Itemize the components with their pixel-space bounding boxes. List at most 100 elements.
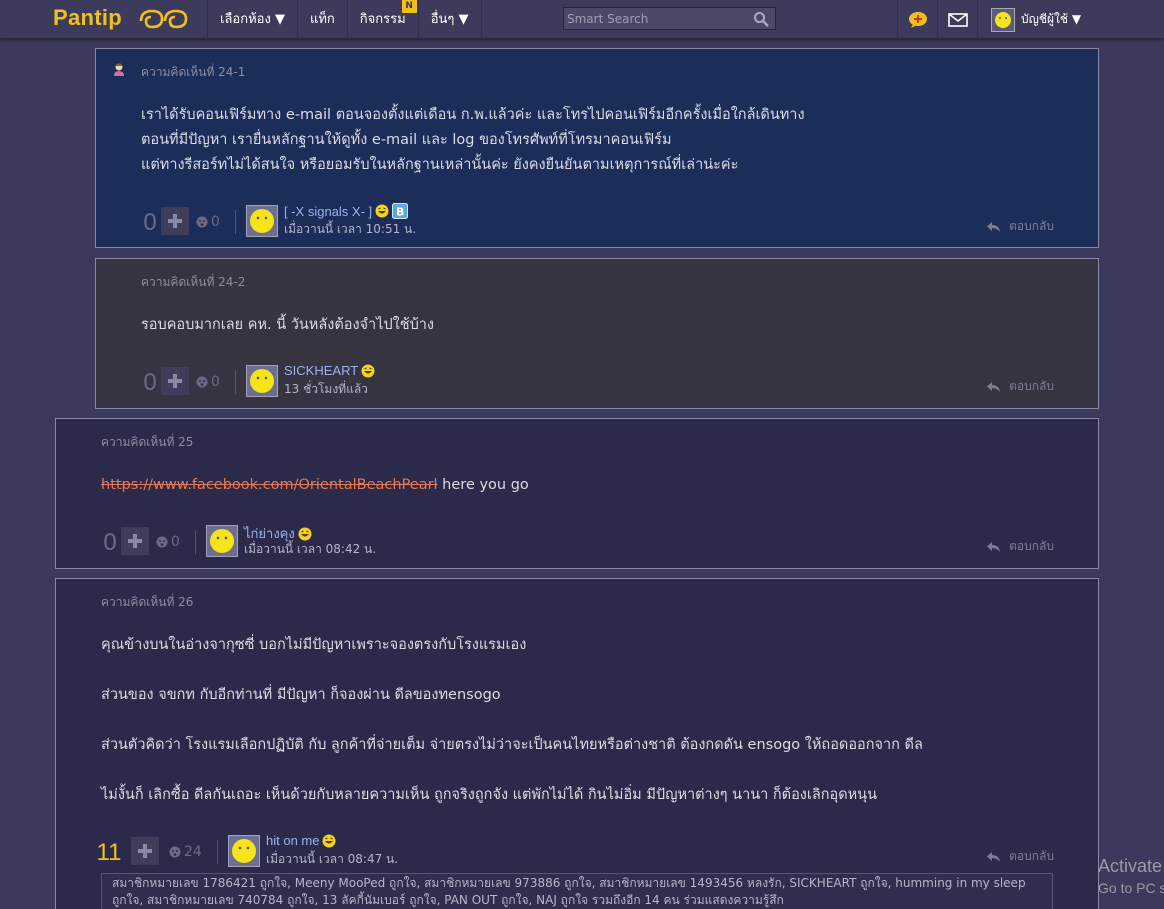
user-avatar[interactable] bbox=[246, 365, 278, 397]
emotion-face-icon bbox=[196, 216, 208, 228]
toolbar-right: บัญชีผู้ใช้ ▼ bbox=[897, 0, 1147, 39]
reply-button[interactable]: ตอบกลับ bbox=[987, 377, 1054, 396]
user-name[interactable]: SICKHEART bbox=[284, 363, 375, 378]
nav-more[interactable]: อื่นๆ ▼ bbox=[417, 0, 482, 39]
reply-button[interactable]: ตอบกลับ bbox=[987, 217, 1054, 236]
envelope-icon bbox=[947, 12, 968, 27]
nav-label: อื่นๆ ▼ bbox=[430, 12, 469, 27]
emotion-count[interactable]: 0 bbox=[196, 214, 220, 230]
facebook-link[interactable]: https://www.facebook.com/OrientalBeachPe… bbox=[101, 477, 438, 493]
nav-tag[interactable]: แท็ก bbox=[296, 0, 347, 39]
reply-arrow-icon bbox=[987, 221, 1001, 232]
emotion-count[interactable]: 0 bbox=[196, 374, 220, 390]
comment-body-text: here you go bbox=[437, 477, 529, 493]
vote-plus-button[interactable] bbox=[131, 837, 159, 865]
post-time: เมื่อวานนี้ เวลา 08:47 น. bbox=[266, 852, 399, 866]
pantip-logo-mark-icon[interactable] bbox=[138, 7, 190, 31]
reply-arrow-icon bbox=[987, 851, 1001, 862]
pantip-logo[interactable]: Pantip bbox=[53, 5, 122, 31]
vote-count: 0 bbox=[143, 209, 157, 236]
emotion-count[interactable]: 24 bbox=[169, 844, 202, 860]
post-time: 13 ชั่วโมงที่แล้ว bbox=[284, 382, 368, 396]
vote-plus-button[interactable] bbox=[121, 527, 149, 555]
user-avatar[interactable] bbox=[228, 835, 260, 867]
new-badge: N bbox=[401, 0, 417, 13]
activate-windows-watermark: Activate Go to PC s bbox=[1098, 855, 1164, 899]
reply-label: ตอบกลับ bbox=[1009, 849, 1054, 863]
comment-footer: 11 24 hit on me เมื่อวานนี้ เวลา 08:47 น… bbox=[97, 833, 1054, 869]
emotion-count[interactable]: 0 bbox=[156, 534, 180, 550]
topic-owner-icon bbox=[114, 63, 124, 76]
smiley-icon bbox=[995, 11, 1011, 28]
comment-body: รอบคอบมากเลย คห. นี้ วันหลังต้องจำไปใช้บ… bbox=[141, 317, 435, 333]
comment-footer: 0 0 ไก่ย่างคุง เมื่อวานนี้ เวลา 08:42 น.… bbox=[101, 525, 1054, 559]
emotion-face-icon bbox=[169, 846, 181, 858]
reply-label: ตอบกลับ bbox=[1009, 219, 1054, 233]
smiley-icon bbox=[250, 369, 274, 393]
vote-count: 0 bbox=[103, 529, 117, 556]
chat-bubble-plus-icon bbox=[908, 11, 927, 28]
search-input[interactable] bbox=[564, 8, 750, 30]
nav-select-room[interactable]: เลือกห้อง ▼ bbox=[207, 0, 297, 39]
emotion-count-value: 0 bbox=[211, 374, 220, 390]
laugh-emoji-icon bbox=[298, 527, 312, 540]
right-gutter bbox=[1099, 39, 1164, 909]
reply-button[interactable]: ตอบกลับ bbox=[987, 847, 1054, 866]
plus-icon bbox=[138, 844, 152, 858]
messages-button[interactable] bbox=[937, 0, 977, 39]
comment-body: คุณข้างบนในอ่างจากุซซี่ บอกไม่มีปัญหาเพร… bbox=[101, 637, 923, 803]
plus-icon bbox=[128, 534, 142, 548]
account-avatar bbox=[991, 7, 1015, 32]
plus-icon bbox=[168, 214, 182, 228]
comment-25: ความคิดเห็นที่ 25 https://www.facebook.c… bbox=[55, 418, 1099, 569]
watermark-line-1: Activate bbox=[1098, 856, 1163, 876]
laugh-emoji-icon bbox=[375, 204, 389, 218]
nav-label: แท็ก bbox=[309, 12, 335, 27]
user-avatar[interactable] bbox=[206, 525, 238, 557]
emotion-count-value: 24 bbox=[184, 844, 202, 860]
user-name[interactable]: hit on me bbox=[266, 833, 336, 848]
vote-plus-button[interactable] bbox=[161, 367, 189, 395]
reactions-list[interactable]: สมาชิกหมายเลข 1786421 ถูกใจ, Meeny MooPe… bbox=[101, 873, 1053, 909]
comment-body: https://www.facebook.com/OrientalBeachPe… bbox=[101, 473, 1041, 498]
emotion-count-value: 0 bbox=[171, 534, 180, 550]
smiley-icon bbox=[232, 839, 256, 863]
new-topic-button[interactable] bbox=[897, 0, 937, 39]
nav-activity[interactable]: กิจกรรม N bbox=[346, 0, 418, 39]
smiley-icon bbox=[250, 209, 274, 233]
footer-divider bbox=[195, 530, 196, 554]
footer-divider bbox=[235, 370, 236, 394]
svg-text:B: B bbox=[396, 206, 404, 219]
vote-count: 0 bbox=[143, 369, 157, 396]
user-name-text: SICKHEART bbox=[284, 363, 359, 378]
comment-label: ความคิดเห็นที่ 26 bbox=[101, 595, 194, 609]
laugh-emoji-icon bbox=[361, 364, 375, 377]
reply-label: ตอบกลับ bbox=[1009, 539, 1054, 553]
main-nav: เลือกห้อง ▼ แท็ก กิจกรรม N อื่นๆ ▼ bbox=[207, 0, 482, 39]
search-icon[interactable] bbox=[753, 11, 769, 27]
account-menu[interactable]: บัญชีผู้ใช้ ▼ bbox=[977, 0, 1147, 39]
reply-label: ตอบกลับ bbox=[1009, 379, 1054, 393]
smart-search bbox=[563, 7, 776, 30]
vote-plus-button[interactable] bbox=[161, 207, 189, 235]
nav-label: กิจกรรม bbox=[359, 12, 406, 27]
blogger-badge-icon: B bbox=[392, 203, 409, 219]
smiley-icon bbox=[210, 529, 234, 553]
post-time: เมื่อวานนี้ เวลา 10:51 น. bbox=[284, 222, 417, 236]
reply-arrow-icon bbox=[987, 381, 1001, 392]
comment-label: ความคิดเห็นที่ 24-1 bbox=[141, 65, 246, 79]
comment-24-1: ความคิดเห็นที่ 24-1 เราได้รับคอนเฟิร์มทา… bbox=[95, 48, 1099, 248]
reply-button[interactable]: ตอบกลับ bbox=[987, 537, 1054, 556]
user-name-text: [ -X signals X- ] bbox=[284, 203, 373, 219]
comment-footer: 0 0 [ -X signals X- ] B เมื่อวานนี้ เวลา… bbox=[141, 203, 1054, 239]
top-navbar: Pantip เลือกห้อง ▼ แท็ก กิจกรรม N อื่นๆ … bbox=[0, 0, 1164, 39]
comment-label: ความคิดเห็นที่ 24-2 bbox=[141, 275, 246, 289]
comment-26: ความคิดเห็นที่ 26 คุณข้างบนในอ่างจากุซซี… bbox=[55, 578, 1099, 909]
comment-footer: 0 0 SICKHEART 13 ชั่วโมงที่แล้ว ตอบกลับ bbox=[141, 363, 1054, 399]
watermark-line-2: Go to PC s bbox=[1098, 880, 1164, 896]
comment-24-2: ความคิดเห็นที่ 24-2 รอบคอบมากเลย คห. นี้… bbox=[95, 258, 1099, 409]
plus-icon bbox=[168, 374, 182, 388]
user-name[interactable]: [ -X signals X- ] B bbox=[284, 203, 409, 219]
emotion-face-icon bbox=[156, 536, 168, 548]
user-avatar[interactable] bbox=[246, 205, 278, 237]
